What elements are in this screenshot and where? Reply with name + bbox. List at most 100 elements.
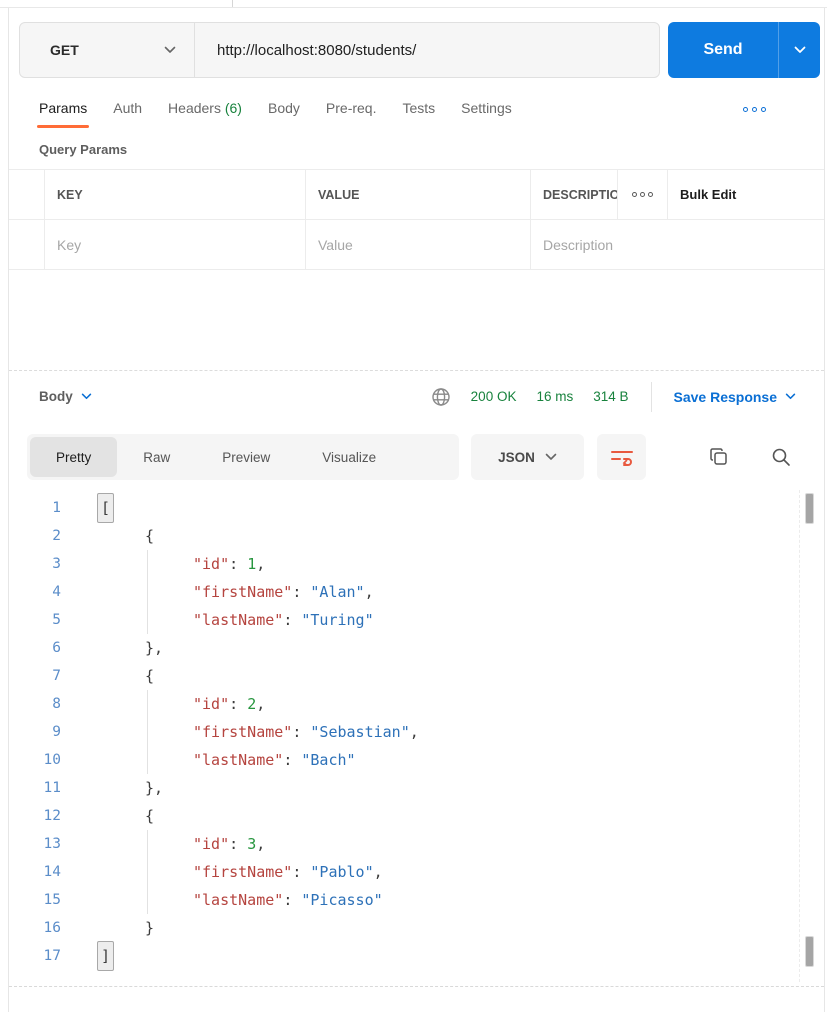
line-content: [ (97, 494, 114, 522)
row-select-cell[interactable] (9, 220, 45, 269)
tab-params[interactable]: Params (39, 100, 87, 128)
response-meta-bar: Body 200 OK 16 ms 314 B Save Response (9, 370, 824, 422)
bulk-edit-button[interactable]: Bulk Edit (668, 170, 824, 219)
line-number: 4 (11, 578, 61, 606)
request-tabs: Params Auth Headers (6) Body Pre-req. Te… (9, 78, 824, 128)
scrollbar-mark-top[interactable] (805, 493, 814, 524)
response-toolbar: Pretty Raw Preview Visualize JSON (9, 422, 824, 480)
tab-tests[interactable]: Tests (402, 100, 435, 128)
tab-settings[interactable]: Settings (461, 100, 512, 128)
view-tab-pretty[interactable]: Pretty (30, 437, 117, 477)
column-value: VALUE (306, 170, 531, 219)
request-response-panel: GET Send Params Auth Headers (6) Body Pr… (8, 8, 825, 1012)
column-options-icon[interactable] (618, 170, 668, 219)
response-size[interactable]: 314 B (593, 389, 628, 404)
method-select[interactable]: GET (20, 23, 195, 77)
chevron-down-icon (545, 453, 557, 461)
search-response-button[interactable] (766, 442, 796, 472)
line-content: { (97, 522, 154, 550)
line-number: 14 (11, 858, 61, 886)
copy-response-button[interactable] (704, 442, 734, 472)
key-input[interactable] (57, 237, 293, 253)
spacer (9, 270, 824, 370)
indent-guide (147, 858, 148, 886)
chevron-down-icon (785, 393, 796, 400)
response-time[interactable]: 16 ms (536, 389, 573, 404)
tab-auth-label: Auth (113, 100, 142, 116)
line-content: "firstName": "Sebastian", (97, 718, 419, 746)
tab-auth[interactable]: Auth (113, 100, 142, 128)
query-params-header-row: KEY VALUE DESCRIPTION Bulk Edit (9, 170, 824, 220)
more-tabs-icon[interactable] (743, 107, 806, 122)
tab-headers-label: Headers (168, 100, 221, 116)
code-line: 5"lastName": "Turing" (11, 606, 824, 634)
indent-guide (147, 746, 148, 774)
globe-icon[interactable] (431, 387, 451, 407)
code-line: 8"id": 2, (11, 690, 824, 718)
query-params-title: Query Params (9, 128, 824, 169)
tab-pre-request-label: Pre-req. (326, 100, 377, 116)
response-body-label: Body (39, 389, 73, 404)
column-key: KEY (45, 170, 306, 219)
divider (651, 382, 652, 412)
code-line: 7{ (11, 662, 824, 690)
code-line: 3"id": 1, (11, 550, 824, 578)
line-number: 6 (11, 634, 61, 662)
line-number: 13 (11, 830, 61, 858)
response-view-tabs: Pretty Raw Preview Visualize (27, 434, 459, 480)
wrap-text-button[interactable] (597, 434, 646, 480)
view-tab-raw[interactable]: Raw (117, 437, 196, 477)
response-status-group: 200 OK 16 ms 314 B Save Response (431, 382, 796, 412)
send-options-button[interactable] (778, 22, 820, 78)
chevron-down-icon (794, 46, 806, 54)
line-number: 15 (11, 886, 61, 914)
dot (761, 107, 766, 112)
tab-tests-label: Tests (402, 100, 435, 116)
scrollbar-mark-bottom[interactable] (805, 936, 814, 967)
indent-guide (147, 690, 148, 718)
description-input[interactable] (543, 237, 812, 253)
line-number: 11 (11, 774, 61, 802)
line-number: 1 (11, 494, 61, 522)
code-line: 13"id": 3, (11, 830, 824, 858)
line-content: } (97, 914, 154, 942)
tab-body[interactable]: Body (268, 100, 300, 128)
response-body-dropdown[interactable]: Body (39, 389, 92, 404)
code-line: 2{ (11, 522, 824, 550)
save-response-button[interactable]: Save Response (674, 389, 797, 405)
tab-pre-request[interactable]: Pre-req. (326, 100, 377, 128)
line-content: "id": 1, (97, 550, 265, 578)
dot (648, 192, 653, 197)
line-content: "lastName": "Picasso" (97, 886, 383, 914)
headers-count-badge: (6) (225, 100, 242, 116)
code-line: 4 "firstName": "Alan", (11, 578, 824, 606)
format-select[interactable]: JSON (471, 434, 584, 480)
status-code[interactable]: 200 OK (471, 389, 517, 404)
format-label: JSON (498, 450, 535, 465)
line-number: 9 (11, 718, 61, 746)
line-content: "lastName": "Bach" (97, 746, 356, 774)
view-tab-preview[interactable]: Preview (196, 437, 296, 477)
dot (743, 107, 748, 112)
code-line: 12{ (11, 802, 824, 830)
indent-guide (147, 886, 148, 914)
code-line: 10"lastName": "Bach" (11, 746, 824, 774)
query-params-table: KEY VALUE DESCRIPTION Bulk Edit (9, 169, 824, 270)
line-number: 8 (11, 690, 61, 718)
code-line: 9 "firstName": "Sebastian", (11, 718, 824, 746)
url-input[interactable] (195, 23, 659, 77)
indent-guide (147, 718, 148, 746)
line-content: { (97, 662, 154, 690)
line-content: "firstName": "Alan", (97, 578, 374, 606)
url-box: GET (19, 22, 660, 78)
select-all-cell[interactable] (9, 170, 45, 219)
code-line: 15 "lastName": "Picasso" (11, 886, 824, 914)
send-button[interactable]: Send (668, 22, 820, 78)
value-input[interactable] (318, 237, 518, 253)
view-tab-visualize[interactable]: Visualize (296, 437, 402, 477)
response-body-editor[interactable]: 1 [2{3"id": 1,4 "firstName": "Alan",5"last… (9, 488, 824, 987)
tab-headers[interactable]: Headers (6) (168, 100, 242, 128)
send-label[interactable]: Send (668, 22, 778, 78)
line-content: }, (97, 774, 163, 802)
tab-divider-tick (232, 0, 233, 7)
